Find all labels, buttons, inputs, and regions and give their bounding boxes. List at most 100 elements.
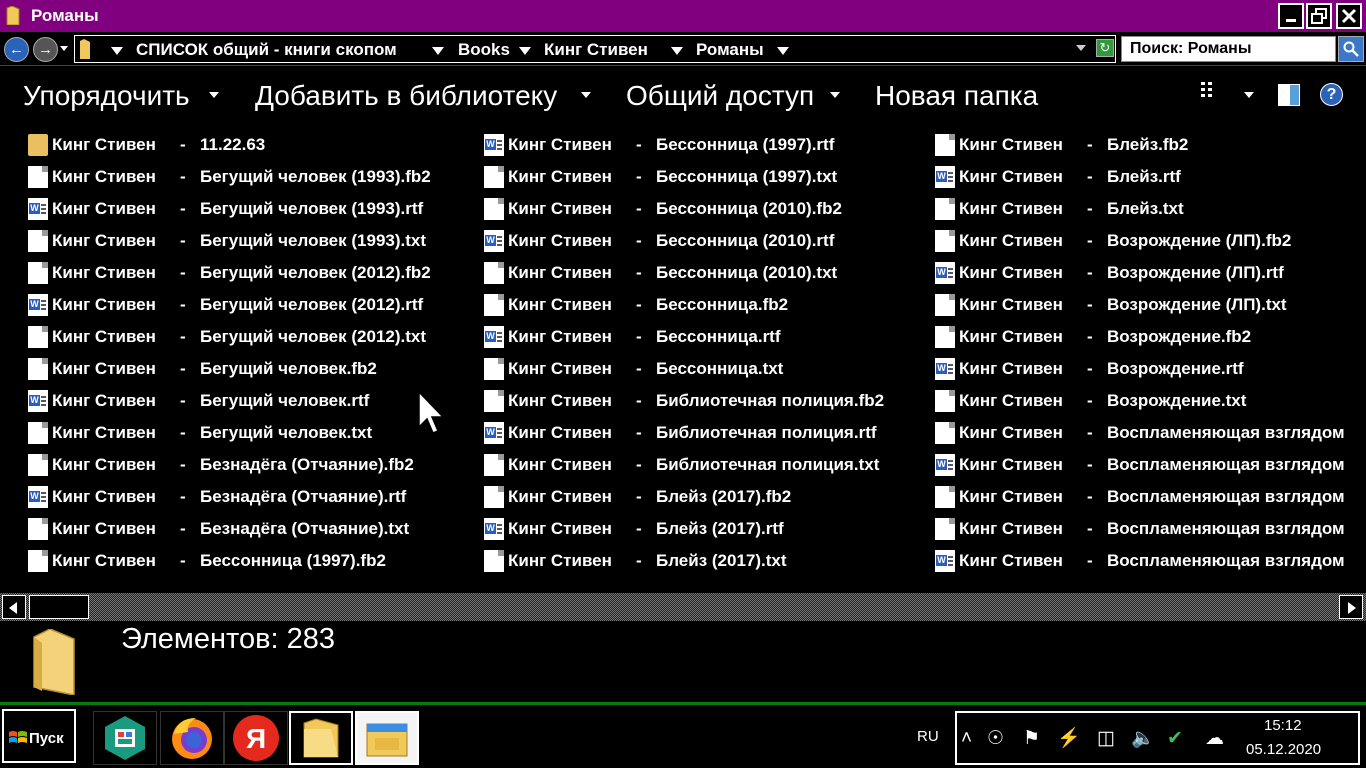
firefox-app-button[interactable]: [160, 711, 224, 765]
view-dropdown-icon[interactable]: [1244, 92, 1254, 98]
explorer-window-button[interactable]: [355, 711, 419, 765]
volume-icon[interactable]: 🔈: [1131, 729, 1155, 749]
command-bar: Упорядочить Добавить в библиотеку Общий …: [0, 67, 1366, 123]
file-list-item[interactable]: Кинг Стивен - Безнадёга (Отчаяние).fb2: [28, 451, 488, 481]
breadcrumb-arrow-icon[interactable]: [519, 47, 531, 55]
file-list-item[interactable]: Кинг Стивен - Блейз.txt: [935, 195, 1366, 225]
back-button[interactable]: ←: [4, 37, 29, 62]
file-list-item[interactable]: W Кинг Стивен - Блейз (2017).rtf: [484, 515, 944, 545]
file-list-item[interactable]: Кинг Стивен - Бессонница (1997).fb2: [28, 547, 488, 577]
file-list-item[interactable]: Кинг Стивен - Бессонница.txt: [484, 355, 944, 385]
file-list-item[interactable]: W Кинг Стивен - Воспламеняющая взглядом: [935, 451, 1366, 481]
store-app-button[interactable]: [93, 711, 157, 765]
breadcrumb-arrow-icon[interactable]: [671, 47, 683, 55]
file-separator: -: [1087, 359, 1093, 378]
scrollbar-thumb[interactable]: [29, 595, 89, 619]
file-list-item[interactable]: Кинг Стивен - Блейз.fb2: [935, 131, 1366, 161]
file-list-item[interactable]: Кинг Стивен - Библиотечная полиция.fb2: [484, 387, 944, 417]
file-list-item[interactable]: Кинг Стивен - Возрождение.fb2: [935, 323, 1366, 353]
title-bar[interactable]: Романы: [0, 0, 1366, 32]
maximize-button[interactable]: [1306, 3, 1332, 29]
file-list-item[interactable]: Кинг Стивен - Бессонница (2010).txt: [484, 259, 944, 289]
file-list-item[interactable]: Кинг Стивен - Блейз (2017).fb2: [484, 483, 944, 513]
file-list-item[interactable]: Кинг Стивен - Библиотечная полиция.txt: [484, 451, 944, 481]
breadcrumb-arrow-icon[interactable]: [777, 47, 789, 55]
file-list-item[interactable]: Кинг Стивен - Блейз (2017).txt: [484, 547, 944, 577]
refresh-button[interactable]: ↻: [1096, 39, 1114, 57]
forward-button[interactable]: →: [33, 37, 58, 62]
action-center-icon[interactable]: ☉: [987, 729, 1004, 749]
file-separator: -: [636, 327, 642, 346]
file-list-item[interactable]: W Кинг Стивен - Бессонница (2010).rtf: [484, 227, 944, 257]
file-list-item[interactable]: Кинг Стивен - Бессонница (2010).fb2: [484, 195, 944, 225]
file-list-item[interactable]: Кинг Стивен - Бессонница (1997).txt: [484, 163, 944, 193]
file-list-item[interactable]: Кинг Стивен - Бегущий человек (1993).fb2: [28, 163, 488, 193]
file-list-item[interactable]: Кинг Стивен - Воспламеняющая взглядом: [935, 483, 1366, 513]
show-hidden-icons-icon[interactable]: ˄: [961, 729, 972, 749]
file-list-item[interactable]: Кинг Стивен - Бегущий человек (2012).txt: [28, 323, 488, 353]
clock-time[interactable]: 15:12: [1264, 717, 1302, 734]
new-folder-button[interactable]: Новая папка: [875, 80, 1038, 112]
breadcrumb-item[interactable]: Романы: [696, 40, 764, 60]
horizontal-scrollbar[interactable]: [0, 593, 1366, 621]
address-field[interactable]: СПИСОК общий - книги скопом Books Кинг С…: [74, 35, 1116, 63]
flag-icon[interactable]: ⚑: [1023, 729, 1040, 749]
folder-icon: [80, 39, 90, 59]
language-indicator[interactable]: RU: [917, 728, 939, 745]
file-list-item[interactable]: Кинг Стивен - Возрождение (ЛП).fb2: [935, 227, 1366, 257]
word-document-icon: W: [484, 134, 504, 156]
file-list-item[interactable]: Кинг Стивен - Бегущий человек.fb2: [28, 355, 488, 385]
search-input[interactable]: [1122, 37, 1335, 61]
file-list-item[interactable]: W Кинг Стивен - Воспламеняющая взглядом: [935, 547, 1366, 577]
breadcrumb-item[interactable]: Кинг Стивен: [544, 40, 648, 60]
power-icon[interactable]: ⚡: [1057, 729, 1081, 749]
file-author: Кинг Стивен: [52, 167, 156, 186]
minimize-button[interactable]: [1278, 3, 1304, 29]
file-list-item[interactable]: Кинг Стивен - Воспламеняющая взглядом: [935, 515, 1366, 545]
file-name: Блейз (2017).rtf: [656, 519, 784, 538]
breadcrumb-arrow-icon[interactable]: [432, 47, 444, 55]
file-list-item[interactable]: W Кинг Стивен - Бессонница.rtf: [484, 323, 944, 353]
recent-pages-dropdown[interactable]: [60, 46, 68, 51]
yandex-browser-button[interactable]: Я: [224, 711, 288, 765]
view-options-icon[interactable]: [1200, 81, 1222, 99]
share-button[interactable]: Общий доступ: [626, 80, 814, 112]
organize-button[interactable]: Упорядочить: [23, 80, 190, 112]
file-list-item[interactable]: W Кинг Стивен - Безнадёга (Отчаяние).rtf: [28, 483, 488, 513]
preview-pane-icon[interactable]: [1278, 84, 1300, 106]
file-list-item[interactable]: Кинг Стивен - Безнадёга (Отчаяние).txt: [28, 515, 488, 545]
clock-date[interactable]: 05.12.2020: [1246, 741, 1321, 758]
breadcrumb-arrow-icon[interactable]: [111, 47, 123, 55]
network-icon[interactable]: ◫: [1097, 729, 1115, 749]
file-list-item[interactable]: Кинг Стивен - Воспламеняющая взглядом: [935, 419, 1366, 449]
close-button[interactable]: [1336, 3, 1362, 29]
help-icon[interactable]: ?: [1320, 83, 1343, 106]
breadcrumb-item[interactable]: Books: [458, 40, 510, 60]
file-list-item[interactable]: W Кинг Стивен - Библиотечная полиция.rtf: [484, 419, 944, 449]
file-separator: -: [180, 327, 186, 346]
file-list-item[interactable]: Кинг Стивен - Бегущий человек (1993).txt: [28, 227, 488, 257]
file-list-item[interactable]: Кинг Стивен - Бессонница.fb2: [484, 291, 944, 321]
file-separator: -: [180, 551, 186, 570]
search-field[interactable]: [1121, 36, 1336, 62]
file-list-item[interactable]: Кинг Стивен - Возрождение (ЛП).txt: [935, 291, 1366, 321]
file-list-item[interactable]: W Кинг Стивен - Бегущий человек (2012).rtf: [28, 291, 488, 321]
file-list-item[interactable]: W Кинг Стивен - Возрождение.rtf: [935, 355, 1366, 385]
sync-check-icon[interactable]: ✔: [1167, 729, 1183, 749]
start-button[interactable]: Пуск: [2, 709, 76, 763]
file-list-item[interactable]: W Кинг Стивен - Бессонница (1997).rtf: [484, 131, 944, 161]
file-list-item[interactable]: Кинг Стивен - Бегущий человек (2012).fb2: [28, 259, 488, 289]
search-button[interactable]: [1338, 36, 1364, 62]
file-list-item[interactable]: Кинг Стивен -11.22.63: [28, 131, 488, 161]
scroll-left-button[interactable]: [2, 595, 26, 619]
file-list-item[interactable]: W Кинг Стивен - Бегущий человек (1993).rtf: [28, 195, 488, 225]
cloud-upload-icon[interactable]: ☁: [1205, 729, 1224, 749]
address-history-dropdown[interactable]: [1076, 45, 1086, 51]
file-list-item[interactable]: W Кинг Стивен - Блейз.rtf: [935, 163, 1366, 193]
file-list-item[interactable]: W Кинг Стивен - Возрождение (ЛП).rtf: [935, 259, 1366, 289]
breadcrumb-item[interactable]: СПИСОК общий - книги скопом: [136, 40, 397, 60]
file-list-item[interactable]: Кинг Стивен - Возрождение.txt: [935, 387, 1366, 417]
add-to-library-button[interactable]: Добавить в библиотеку: [255, 80, 557, 112]
explorer-app-button[interactable]: [289, 711, 353, 765]
scroll-right-button[interactable]: [1339, 595, 1363, 619]
